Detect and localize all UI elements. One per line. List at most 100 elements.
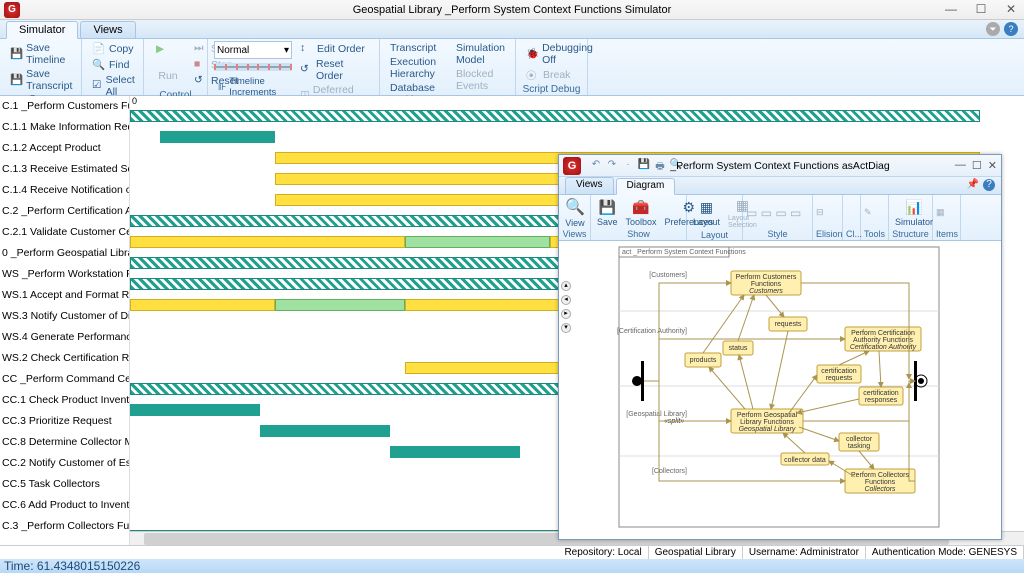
items-icon: ▦: [936, 207, 945, 218]
help-icon[interactable]: ?: [983, 179, 995, 191]
gantt-bar[interactable]: [275, 299, 405, 311]
save-transcript-button[interactable]: 💾Save Transcript: [6, 67, 77, 93]
elision-group[interactable]: ⊟: [816, 196, 839, 229]
gantt-bar[interactable]: [130, 404, 260, 416]
status-bar: Repository: Local Geospatial Library Use…: [0, 545, 1024, 559]
close-button[interactable]: ✕: [1000, 2, 1022, 16]
gantt-bar[interactable]: [160, 131, 275, 143]
layout-button[interactable]: ▦Layout: [690, 198, 723, 228]
gantt-row-label[interactable]: C.1.1 Make Information Req: [0, 117, 129, 138]
gantt-row-label[interactable]: C.2 _Perform Certification A: [0, 201, 129, 222]
gantt-row-label[interactable]: WS.2 Check Certification Re: [0, 348, 129, 369]
save-button[interactable]: 💾Save: [594, 198, 621, 228]
edit-order-button[interactable]: ↕Edit Order: [296, 41, 373, 57]
print-icon[interactable]: 🖶: [653, 159, 667, 173]
svg-text:tasking: tasking: [848, 443, 870, 450]
node-customers[interactable]: Perform CustomersFunctionsCustomers: [731, 271, 801, 295]
run-button[interactable]: ▶Run: [150, 41, 186, 84]
node-colldata[interactable]: collector data: [781, 453, 829, 465]
node-certresp[interactable]: certificationresponses: [859, 387, 903, 405]
break-button[interactable]: ⦿Break: [522, 67, 598, 83]
gantt-row-label[interactable]: CC _Perform Command Cen: [0, 369, 129, 390]
diagram-ribbon: 🔍ViewViews 💾Save 🧰Toolbox ⚙Preferences S…: [559, 195, 1001, 241]
gantt-bar[interactable]: [405, 236, 550, 248]
gantt-row-label[interactable]: CC.3 Prioritize Request: [0, 411, 129, 432]
maximize-button[interactable]: ☐: [972, 159, 982, 172]
gantt-row-label[interactable]: C.3 _Perform Collectors Fun: [0, 516, 129, 537]
gantt-bar[interactable]: [390, 446, 520, 458]
tab-views[interactable]: Views: [565, 177, 614, 194]
svg-text:certification: certification: [821, 368, 857, 375]
gantt-row-label[interactable]: CC.5 Task Collectors: [0, 474, 129, 495]
svg-text:requests: requests: [826, 375, 853, 382]
save-icon[interactable]: 💾: [637, 159, 651, 173]
gantt-row-label[interactable]: C.1.3 Receive Estimated Sch: [0, 159, 129, 180]
gantt-row-label[interactable]: CC.2 Notify Customer of Est: [0, 453, 129, 474]
gantt-row-label[interactable]: CC.8 Determine Collector M: [0, 432, 129, 453]
gantt-row-label[interactable]: C.1.4 Receive Notification of: [0, 180, 129, 201]
save-timeline-button[interactable]: 💾Save Timeline: [6, 41, 77, 67]
help-icon[interactable]: ?: [1004, 22, 1018, 36]
timeline-slider[interactable]: [214, 63, 292, 71]
gantt-row-labels: C.1 _Perform Customers FunC.1.1 Make Inf…: [0, 96, 130, 545]
node-requests[interactable]: requests: [769, 317, 807, 331]
reset-order-button[interactable]: ↺Reset Order: [296, 57, 373, 83]
options-icon[interactable]: ⏷: [986, 22, 1000, 36]
find-button[interactable]: 🔍Find: [88, 57, 142, 73]
gantt-bar[interactable]: [130, 110, 980, 122]
node-status[interactable]: status: [723, 341, 753, 355]
main-tabrow: Simulator Views ⏷ ?: [0, 20, 1024, 39]
svg-text:Customers: Customers: [749, 288, 783, 295]
minimize-button[interactable]: —: [955, 159, 966, 172]
gantt-row-label[interactable]: WS.3 Notify Customer of Di: [0, 306, 129, 327]
gantt-row-label[interactable]: WS _Perform Workstation F: [0, 264, 129, 285]
style-group[interactable]: ▭ ▭ ▭ ▭: [746, 196, 809, 229]
gantt-bar[interactable]: [130, 299, 275, 311]
gantt-bar[interactable]: [260, 425, 390, 437]
minimize-button[interactable]: —: [940, 2, 962, 16]
diagram-canvas[interactable]: ▴ ◂ ▸ ▾ act _Perform System Context Func…: [559, 241, 1001, 539]
maximize-button[interactable]: ☐: [970, 2, 992, 16]
diagram-titlebar[interactable]: G ↶ ↷ · 💾 🖶 🔍 _Perform System Context Fu…: [559, 155, 1001, 177]
node-geolib[interactable]: Perform GeospatialLibrary FunctionsGeosp…: [731, 409, 803, 433]
node-colltask[interactable]: collectortasking: [839, 433, 879, 451]
node-certreq[interactable]: certificationrequests: [817, 365, 861, 383]
step-icon: ⏭: [194, 42, 208, 56]
save-icon: 💾: [599, 199, 616, 216]
tab-simulator[interactable]: Simulator: [6, 21, 78, 39]
gantt-row-label[interactable]: 0 _Perform Geospatial Libra: [0, 243, 129, 264]
node-certauth[interactable]: Perform CertificationAuthority Functions…: [845, 327, 921, 351]
items-group[interactable]: ▦: [936, 196, 957, 229]
gantt-bar[interactable]: [130, 236, 405, 248]
gantt-row-label[interactable]: WS.1 Accept and Format Re: [0, 285, 129, 306]
node-products[interactable]: products: [685, 353, 721, 367]
gantt-row-label[interactable]: C.1.2 Accept Product: [0, 138, 129, 159]
gantt-row-label[interactable]: CC.6 Add Product to Invent: [0, 495, 129, 516]
show-exec-button[interactable]: Execution Hierarchy: [386, 55, 448, 81]
view-button[interactable]: 🔍View: [562, 196, 588, 229]
redo-icon[interactable]: ↷: [605, 159, 619, 173]
show-sim-button[interactable]: Simulation Model: [452, 41, 509, 67]
select-all-icon: ☑: [92, 79, 103, 93]
gantt-row-label[interactable]: WS.4 Generate Performanc: [0, 327, 129, 348]
diagram-window[interactable]: G ↶ ↷ · 💾 🖶 🔍 _Perform System Context Fu…: [558, 154, 1002, 540]
tab-views[interactable]: Views: [80, 21, 135, 38]
find-icon[interactable]: 🔍: [669, 159, 683, 173]
toolbox-button[interactable]: 🧰Toolbox: [623, 198, 660, 228]
copy-button[interactable]: 📄Copy: [88, 41, 142, 57]
tab-diagram[interactable]: Diagram: [616, 178, 676, 195]
undo-icon[interactable]: ↶: [589, 159, 603, 173]
simulator-button[interactable]: 📊Simulator: [892, 198, 936, 228]
gantt-row-label[interactable]: CC.1 Check Product Invento: [0, 390, 129, 411]
show-transcript-button[interactable]: Transcript: [386, 41, 448, 55]
gantt-row-label[interactable]: C.1 _Perform Customers Fun: [0, 96, 129, 117]
svg-text:[Certification Authority]: [Certification Authority]: [617, 328, 687, 335]
node-collectors[interactable]: Perform CollectorsFunctionsCollectors: [845, 469, 915, 493]
tools-group[interactable]: ✎: [864, 196, 885, 229]
show-blocked-button[interactable]: Blocked Events: [452, 67, 509, 93]
debugging-off-button[interactable]: 🐞Debugging Off: [522, 41, 598, 67]
close-button[interactable]: ✕: [988, 159, 997, 172]
gantt-row-label[interactable]: C.2.1 Validate Customer Cer: [0, 222, 129, 243]
timeline-mode-combo[interactable]: Normal▾: [214, 41, 292, 59]
pin-icon[interactable]: 📌: [967, 179, 979, 191]
